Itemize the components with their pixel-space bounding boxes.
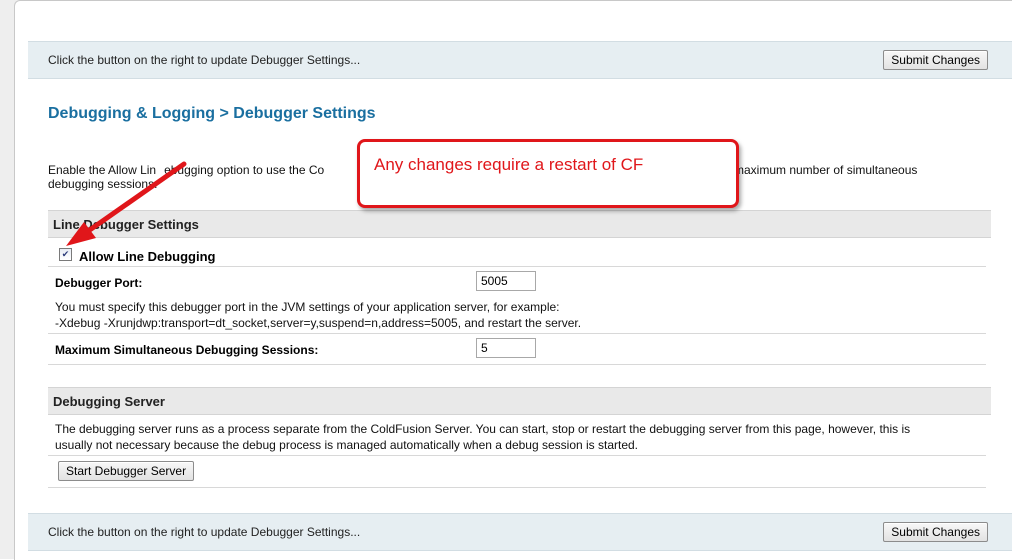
description-start: Enable the Allow Lin bbox=[48, 163, 157, 177]
top-bar-message: Click the button on the right to update … bbox=[48, 53, 361, 67]
submit-changes-button-bottom[interactable]: Submit Changes bbox=[883, 522, 988, 542]
submit-changes-button-top[interactable]: Submit Changes bbox=[883, 50, 988, 70]
debugger-port-note-2: -Xdebug -Xrunjdwp:transport=dt_socket,se… bbox=[55, 316, 582, 330]
bottom-action-bar: Click the button on the right to update … bbox=[28, 513, 1012, 551]
annotation-callout: Any changes require a restart of CF bbox=[357, 139, 739, 208]
debugger-port-label: Debugger Port: bbox=[55, 276, 143, 290]
max-sessions-input[interactable] bbox=[476, 338, 536, 358]
start-debugger-server-button[interactable]: Start Debugger Server bbox=[58, 461, 195, 481]
description-tail: maximum number of simultaneous bbox=[734, 163, 918, 177]
page-title: Debugging & Logging > Debugger Settings bbox=[48, 105, 376, 122]
allow-line-debugging-label[interactable]: Allow Line Debugging bbox=[79, 249, 216, 264]
line-debugger-settings-header: Line Debugger Settings bbox=[48, 210, 991, 238]
annotation-text: Any changes require a restart of CF bbox=[374, 155, 644, 174]
debugger-port-note-1: You must specify this debugger port in t… bbox=[55, 300, 560, 314]
section-title-debugging-server: Debugging Server bbox=[53, 394, 165, 409]
debugging-server-header: Debugging Server bbox=[48, 387, 991, 415]
max-sessions-label: Maximum Simultaneous Debugging Sessions: bbox=[55, 343, 319, 357]
top-action-bar: Click the button on the right to update … bbox=[28, 41, 1012, 79]
bottom-bar-message: Click the button on the right to update … bbox=[48, 525, 361, 539]
allow-line-debugging-checkbox[interactable]: ✔ bbox=[59, 248, 72, 261]
description-mid: ebugging option to use the Co bbox=[164, 163, 325, 177]
debugging-server-note-1: The debugging server runs as a process s… bbox=[55, 422, 911, 436]
debugging-server-note-2: usually not necessary because the debug … bbox=[55, 438, 639, 452]
check-icon: ✔ bbox=[61, 249, 70, 259]
section-title-line-debugger: Line Debugger Settings bbox=[53, 217, 199, 232]
debugger-port-input[interactable] bbox=[476, 271, 536, 291]
